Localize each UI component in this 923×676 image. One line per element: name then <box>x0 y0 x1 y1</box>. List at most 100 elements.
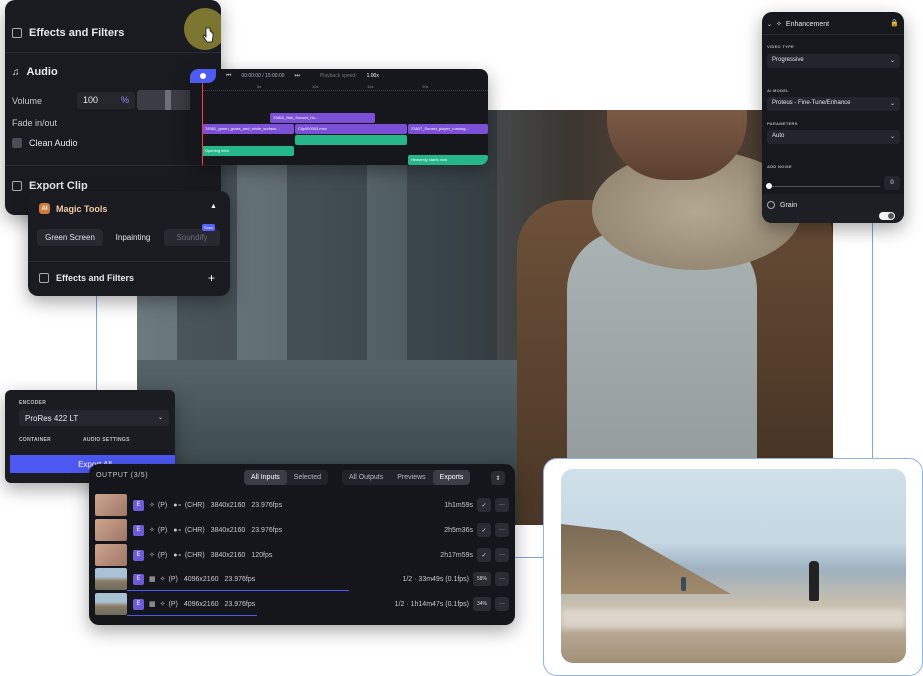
noise-slider-handle[interactable] <box>766 183 772 189</box>
row-fps: 120fps <box>251 551 273 559</box>
effects-icon <box>39 273 49 283</box>
row-tags: (P) <box>168 575 178 583</box>
timeline-clip[interactable]: Heavenly starts now <box>408 155 488 165</box>
progress-percent: 34% <box>473 597 491 611</box>
playhead[interactable] <box>202 83 203 165</box>
effects-filters-row[interactable]: Effects and Filters <box>39 273 134 283</box>
table-row[interactable]: E ▦ ✧ (P) 4096x2160 23.976fps 1/2 · 1h14… <box>95 593 509 615</box>
ruler-tick: 15s <box>367 84 374 89</box>
sparkle-icon: ✧ <box>149 552 155 559</box>
grain-row: Grain <box>767 201 797 209</box>
volume-input[interactable]: 100 % <box>77 92 135 109</box>
timecode: 00:00:00 / 15:00:00 <box>241 73 285 79</box>
tab-exports[interactable]: Exports <box>432 470 471 485</box>
tab-selected[interactable]: Selected <box>287 470 328 485</box>
row-time: 2h5m36s <box>444 526 473 534</box>
check-icon[interactable]: ✓ <box>477 548 491 562</box>
check-icon[interactable]: ✓ <box>477 523 491 537</box>
timeline-clip[interactable]: Clip000003.mov <box>295 124 407 134</box>
guide-line-bottom <box>515 557 545 558</box>
hand-cursor-icon <box>202 27 214 43</box>
speed-value[interactable]: 1.00x <box>367 73 379 79</box>
sort-icon[interactable]: ⇕ <box>491 471 505 485</box>
volume-slider-handle[interactable] <box>165 90 171 110</box>
grain-toggle[interactable] <box>879 212 895 220</box>
enhancement-title: Enhancement <box>785 20 830 28</box>
timeline-clip[interactable]: Opening intro <box>202 146 294 156</box>
ai-model-select[interactable]: Proteus - Fine-Tune/Enhance ⌄ <box>767 97 900 111</box>
row-extra: (CHR) <box>184 501 205 509</box>
sparkle-icon: ✧ <box>159 576 166 583</box>
video-type-label: VIDEO TYPE <box>767 44 795 49</box>
clean-audio-row[interactable]: Clean Audio <box>12 138 78 148</box>
play-button[interactable] <box>190 69 216 83</box>
parameters-value: Auto <box>772 133 785 139</box>
effects-title: Effects and Filters <box>29 27 125 39</box>
chevron-down-icon: ⌄ <box>889 134 895 140</box>
tab-all-outputs[interactable]: All Outputs <box>342 470 390 485</box>
collapse-icon[interactable]: ▲ <box>210 203 217 210</box>
effects-header[interactable]: Effects and Filters <box>12 27 124 39</box>
row-thumbnail <box>95 593 127 615</box>
row-extra: (CHR) <box>184 526 205 534</box>
row-tags: (P) <box>168 600 178 608</box>
chevron-down-icon: ⌄ <box>767 21 773 28</box>
effects-filters-title: Effects and Filters <box>56 273 135 283</box>
row-tags: (P) <box>157 501 168 509</box>
input-filter-tabs: All Inputs Selected <box>244 470 329 485</box>
row-fps: 23.976fps <box>251 501 283 509</box>
enhance-badge: E <box>133 549 144 561</box>
beach-photo <box>561 469 906 663</box>
audio-header[interactable]: ♫ Audio <box>12 66 58 78</box>
effects-panel: Effects and Filters ♫ Audio Volume 100 %… <box>5 0 221 215</box>
lock-icon[interactable]: 🔒 <box>890 19 899 27</box>
sparkle-icon: ✧ <box>159 601 166 608</box>
check-icon[interactable]: ✓ <box>477 498 491 512</box>
row-thumbnail <box>95 494 127 516</box>
noise-input[interactable]: 0 <box>884 176 900 190</box>
more-button[interactable]: ··· <box>495 548 509 562</box>
volume-value: 100 <box>83 95 99 105</box>
timeline-clip[interactable]: 23800_Bali_Sunset_Ho... <box>270 113 375 123</box>
more-button[interactable]: ··· <box>495 523 509 537</box>
row-tags: (P) <box>157 551 168 559</box>
chevron-down-icon: ⌄ <box>157 415 163 421</box>
video-type-select[interactable]: Progressive ⌄ <box>767 54 900 68</box>
time-ruler: 5s 10s 15s 20s <box>202 84 488 91</box>
sparkle-icon: ✧ <box>776 21 782 28</box>
skip-forward-icon[interactable]: ⏭ <box>295 73 300 80</box>
table-row[interactable]: E ✧ (P) ●∘ (CHR) 3840x2160 23.976fps 2h5… <box>95 519 509 541</box>
video-type-value: Progressive <box>772 57 804 63</box>
tab-previews[interactable]: Previews <box>390 470 432 485</box>
magic-tools-panel: AI Magic Tools ▲ Green Screen Inpainting… <box>28 191 230 296</box>
soundify-button: Soundify <box>164 229 220 246</box>
enhance-badge: E <box>133 598 144 610</box>
encoder-select[interactable]: ProRes 422 LT ⌄ <box>19 410 169 426</box>
magic-tools-header[interactable]: AI Magic Tools <box>39 203 107 214</box>
chevron-down-icon: ⌄ <box>889 101 895 107</box>
table-row[interactable]: E ✧ (P) ●∘ (CHR) 3840x2160 120fps 2h17m5… <box>95 544 509 566</box>
guide-line-right <box>872 222 873 458</box>
row-progress-bar <box>127 615 257 616</box>
encoder-label: ENCODER <box>19 400 47 406</box>
skip-back-icon[interactable]: ⏮ <box>226 73 231 80</box>
timeline-clip[interactable]: 23807_Sunset_player_running... <box>408 124 488 134</box>
tab-all-inputs[interactable]: All Inputs <box>244 470 287 485</box>
ai-badge: AI <box>39 203 50 214</box>
ai-model-value: Proteus - Fine-Tune/Enhance <box>772 100 851 106</box>
table-row[interactable]: E ▦ ✧ (P) 4096x2160 23.976fps 1/2 · 33m4… <box>95 568 509 590</box>
timeline-clip[interactable]: 78381_green_grass_and_white_surface... <box>202 124 294 134</box>
more-button[interactable]: ··· <box>495 597 509 611</box>
plus-icon[interactable]: + <box>208 271 215 285</box>
inpainting-button[interactable]: Inpainting <box>100 229 166 246</box>
parameters-select[interactable]: Auto ⌄ <box>767 130 900 144</box>
more-button[interactable]: ··· <box>495 572 509 586</box>
more-button[interactable]: ··· <box>495 498 509 512</box>
table-row[interactable]: E ✧ (P) ●∘ (CHR) 3840x2160 23.976fps 1h1… <box>95 494 509 516</box>
timeline-clip[interactable] <box>295 135 407 145</box>
noise-slider[interactable] <box>768 186 880 187</box>
enhancement-header[interactable]: ⌄ ✧ Enhancement <box>767 20 830 29</box>
green-screen-button[interactable]: Green Screen <box>37 229 103 246</box>
chevron-down-icon: ⌄ <box>889 58 895 64</box>
ruler-tick: 5s <box>257 84 262 89</box>
